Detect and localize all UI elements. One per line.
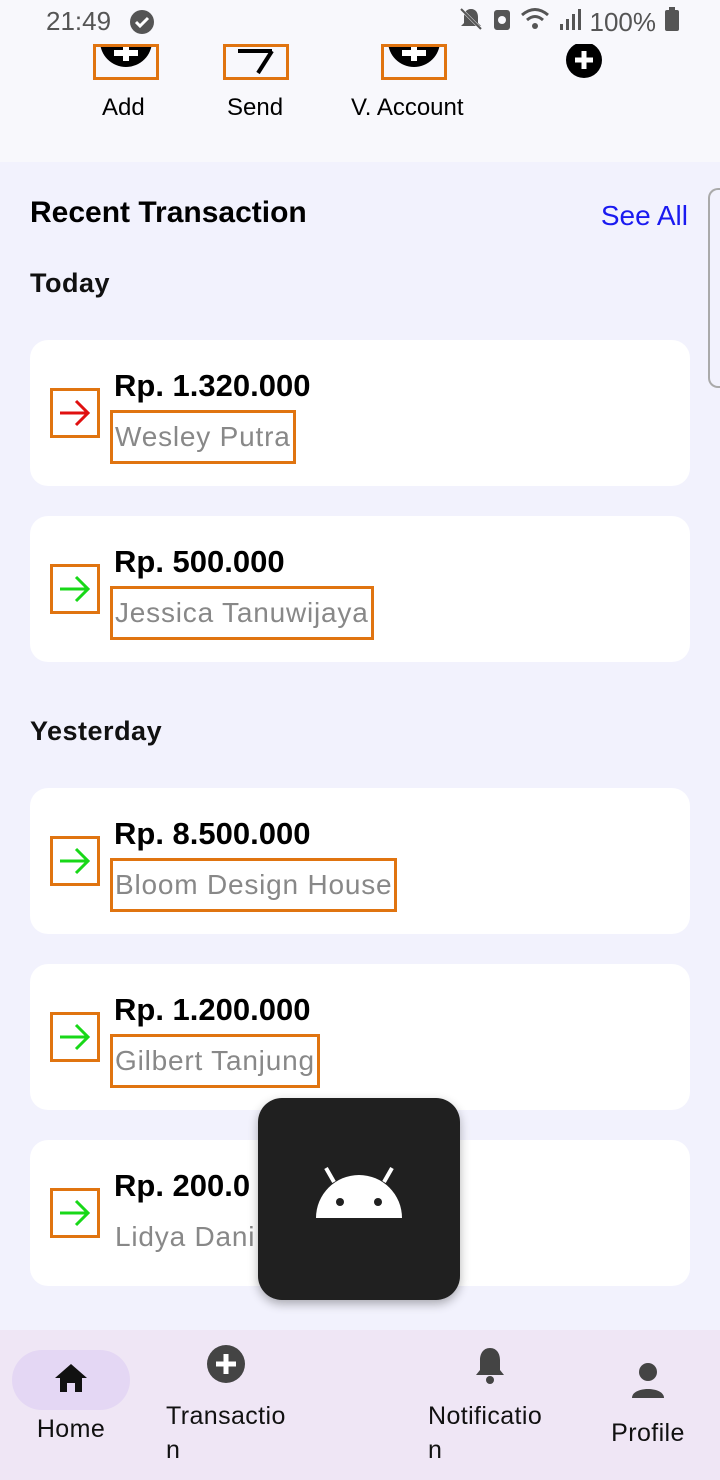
- nav-home-label: Home: [36, 1415, 106, 1443]
- add-label: Add: [102, 94, 145, 121]
- mute-icon: [458, 6, 484, 39]
- battery-percent: 100%: [589, 7, 657, 37]
- home-icon: [55, 1364, 87, 1392]
- nav-profile-label: Profile: [611, 1419, 685, 1447]
- wifi-icon: [520, 6, 550, 39]
- arrow-right-icon: [50, 1188, 100, 1238]
- signal-icon: [558, 6, 582, 39]
- transaction-card[interactable]: Rp. 1.200.000 Gilbert Tanjung: [30, 964, 690, 1110]
- transaction-amount: Rp. 1.200.000: [114, 992, 311, 1027]
- nav-home[interactable]: Home: [12, 1350, 130, 1444]
- virtual-account-label: V. Account: [351, 94, 464, 121]
- transaction-name: Wesley Putra: [110, 410, 296, 464]
- bottom-nav: Home Transactio n Notificatio n Profile: [0, 1330, 720, 1480]
- quick-actions: Add Send V. Account: [0, 42, 720, 162]
- nav-notification[interactable]: Notificatio n: [422, 1344, 572, 1467]
- see-all-link[interactable]: See All: [601, 200, 688, 232]
- recent-transaction-title: Recent Transaction: [30, 196, 307, 229]
- arrow-right-icon: [50, 1012, 100, 1062]
- transaction-name: Jessica Tanuwijaya: [110, 586, 374, 640]
- person-icon: [632, 1363, 664, 1398]
- transaction-amount: Rp. 8.500.000: [114, 816, 311, 851]
- arrow-right-icon: [50, 388, 100, 438]
- transaction-name: Lidya Dani: [115, 1221, 256, 1252]
- plus-circle-icon: [381, 44, 447, 80]
- status-bar: 21:49 100%: [0, 0, 720, 44]
- more-action[interactable]: [564, 42, 604, 78]
- arrow-right-icon: [50, 564, 100, 614]
- nav-transaction[interactable]: Transactio n: [160, 1344, 300, 1467]
- arrow-right-icon: [50, 836, 100, 886]
- send-action[interactable]: [220, 44, 292, 80]
- bell-icon: [476, 1348, 504, 1384]
- data-saver-icon: [492, 6, 512, 39]
- check-circle-icon: [130, 10, 154, 34]
- group-label-yesterday: Yesterday: [30, 716, 163, 746]
- send-arrow-icon: [223, 44, 289, 80]
- battery-icon: [664, 6, 680, 39]
- nav-transaction-label: Transactio n: [166, 1402, 286, 1464]
- virtual-account-action[interactable]: [378, 44, 450, 80]
- nav-notification-label: Notificatio n: [428, 1402, 543, 1464]
- app-toast: [258, 1098, 460, 1300]
- transaction-name: Bloom Design House: [110, 858, 398, 912]
- scroll-indicator[interactable]: [708, 188, 720, 388]
- plus-circle-icon: [566, 42, 602, 78]
- nav-profile[interactable]: Profile: [590, 1360, 706, 1448]
- add-action[interactable]: [90, 44, 162, 80]
- transaction-name: Gilbert Tanjung: [110, 1034, 320, 1088]
- transaction-amount: Rp. 200.0: [114, 1168, 251, 1203]
- status-time: 21:49: [46, 6, 112, 36]
- transaction-card[interactable]: Rp. 1.320.000 Wesley Putra: [30, 340, 690, 486]
- send-label: Send: [227, 94, 284, 121]
- transaction-amount: Rp. 1.320.000: [114, 368, 311, 403]
- transaction-card[interactable]: Rp. 8.500.000 Bloom Design House: [30, 788, 690, 934]
- transaction-amount: Rp. 500.000: [114, 544, 285, 579]
- transaction-card[interactable]: Rp. 500.000 Jessica Tanuwijaya: [30, 516, 690, 662]
- group-label-today: Today: [30, 268, 111, 298]
- plus-circle-icon: [93, 44, 159, 80]
- plus-circle-icon: [207, 1345, 245, 1383]
- android-icon: [316, 1167, 402, 1218]
- status-icons: 100%: [458, 6, 681, 39]
